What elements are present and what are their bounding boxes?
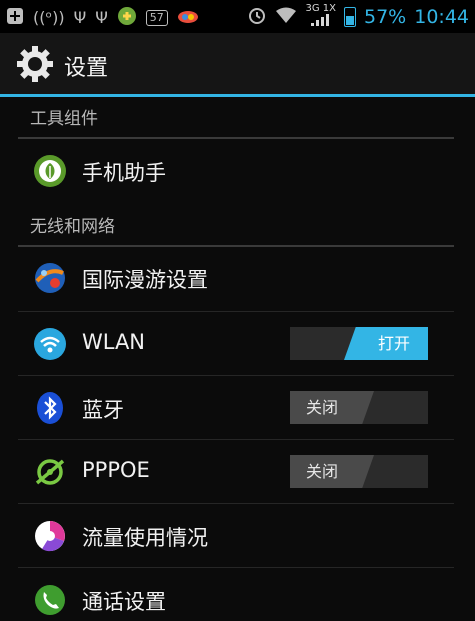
settings-item-pppoe[interactable]: PPPOE 关闭 [0,440,475,504]
wifi-status-icon [275,7,297,27]
settings-item-label: 国际漫游设置 [82,268,208,292]
settings-item-international-roaming[interactable]: 国际漫游设置 [0,247,475,311]
toggle-state-label: 关闭 [290,455,374,488]
status-bar-left: ((ᵒ)) Ψ Ψ 57 [6,6,199,30]
settings-item-data-usage[interactable]: 流量使用情况 [0,504,475,568]
settings-gear-icon[interactable] [16,45,54,83]
status-bar: ((ᵒ)) Ψ Ψ 57 3G 1X 57% 10:44 [0,0,475,33]
bluetooth-icon [33,391,67,425]
pppoe-toggle[interactable]: 关闭 [290,455,428,488]
call-icon [33,583,67,617]
section-header-label: 工具组件 [30,109,98,129]
notification-count-badge: 57 [145,10,168,26]
toggle-state-label: 关闭 [290,391,374,424]
settings-item-call-settings[interactable]: 通话设置 [0,568,475,615]
phone-assistant-icon [33,154,67,188]
wireless-signal-icon: ((ᵒ)) [33,8,65,27]
section-header-tools: 工具组件 [18,97,454,139]
section-header-wireless: 无线和网络 [18,205,454,247]
wlan-toggle[interactable]: 打开 [290,327,428,360]
settings-item-wlan[interactable]: WLAN 打开 [0,312,475,376]
roaming-globe-icon [33,261,67,295]
settings-item-label: 手机助手 [82,161,166,185]
colorful-app-icon [177,9,199,28]
network-label: 3G 1X [305,3,336,14]
toggle-state-label: 打开 [344,327,428,360]
settings-item-label: 流量使用情况 [82,526,208,550]
settings-item-phone-assistant[interactable]: 手机助手 [0,139,475,203]
usb-icon-2: Ψ [95,8,108,27]
settings-item-label: WLAN [82,330,146,354]
settings-item-label: 通话设置 [82,590,166,614]
battery-icon [344,6,356,27]
section-header-label: 无线和网络 [30,217,115,237]
usb-icon: Ψ [73,8,87,27]
settings-item-label: PPPOE [82,458,150,482]
app-notification-icon [117,6,137,30]
battery-percent: 57% [364,5,407,28]
status-bar-right: 3G 1X 57% 10:44 [247,4,469,29]
action-bar: 设置 [0,33,475,94]
network-type-indicator: 3G 1X [305,4,336,29]
data-usage-icon [33,519,67,553]
clock-time: 10:44 [414,5,469,28]
alarm-clock-icon [247,5,267,29]
pppoe-icon [33,455,67,489]
page-title: 设置 [64,56,109,81]
add-notification-icon [6,7,24,30]
settings-item-label: 蓝牙 [82,398,124,422]
wifi-icon [33,327,67,361]
settings-item-bluetooth[interactable]: 蓝牙 关闭 [0,376,475,440]
bluetooth-toggle[interactable]: 关闭 [290,391,428,424]
